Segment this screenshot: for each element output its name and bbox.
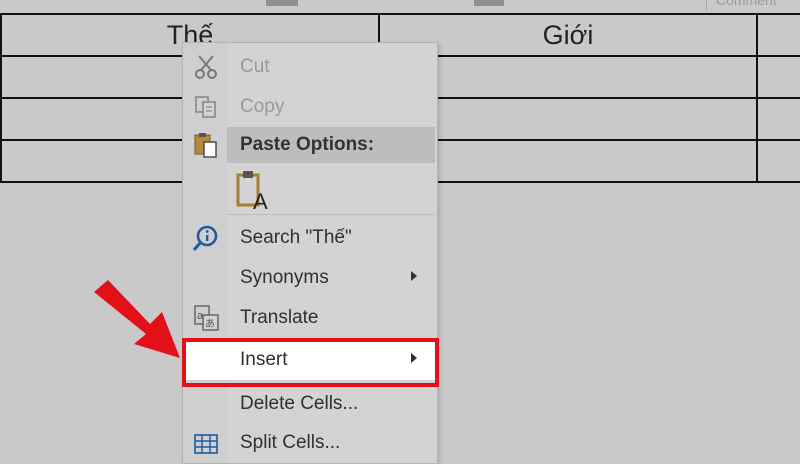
menu-item-split-cells[interactable]: Split Cells...: [183, 423, 437, 463]
copy-icon: [192, 93, 220, 121]
svg-text:あ: あ: [205, 318, 215, 330]
svg-text:A: A: [253, 189, 268, 211]
menu-item-search[interactable]: Search "Thế": [183, 218, 437, 258]
menu-item-cut[interactable]: Cut: [183, 47, 437, 87]
menu-item-delete-cells[interactable]: Delete Cells...: [183, 384, 437, 424]
menu-item-label: Cut: [240, 56, 270, 77]
ribbon-divider: [706, 0, 707, 10]
comment-button[interactable]: Comment: [716, 0, 777, 8]
ribbon-strip: Comment: [0, 0, 800, 12]
paste-options-label: Paste Options:: [240, 134, 375, 155]
menu-item-label: Copy: [240, 96, 285, 117]
paste-options-header: Paste Options:: [227, 127, 435, 163]
table-cell[interactable]: [756, 97, 800, 141]
paste-icon: [192, 131, 220, 159]
menu-item-translate[interactable]: a あ Translate: [183, 298, 437, 338]
menu-item-label: Search "Thế": [240, 227, 352, 248]
table-cell[interactable]: [756, 55, 800, 99]
scissors-icon: [192, 53, 220, 81]
menu-item-label: Split Cells...: [240, 432, 341, 453]
red-arrow-icon: [94, 280, 180, 358]
menu-item-label: Synonyms: [240, 267, 329, 288]
translate-icon: a あ: [192, 304, 220, 332]
menu-item-label: Translate: [240, 307, 319, 328]
table-cell[interactable]: [756, 13, 800, 57]
submenu-arrow-icon: [411, 271, 417, 281]
context-menu: Cut Copy Paste Options: A Search "Thế" S…: [182, 42, 438, 464]
table-cell[interactable]: [756, 139, 800, 183]
paste-keep-text-only-icon[interactable]: A: [236, 169, 272, 214]
menu-divider: [227, 214, 435, 215]
menu-item-synonyms[interactable]: Synonyms: [183, 258, 437, 298]
split-cells-icon: [192, 429, 220, 457]
smart-lookup-icon: [192, 224, 220, 252]
menu-item-copy[interactable]: Copy: [183, 87, 437, 127]
ribbon-button[interactable]: [474, 0, 504, 6]
ribbon-button[interactable]: [266, 0, 298, 6]
menu-item-label: Delete Cells...: [240, 393, 359, 414]
annotation-highlight-box: [182, 338, 439, 387]
